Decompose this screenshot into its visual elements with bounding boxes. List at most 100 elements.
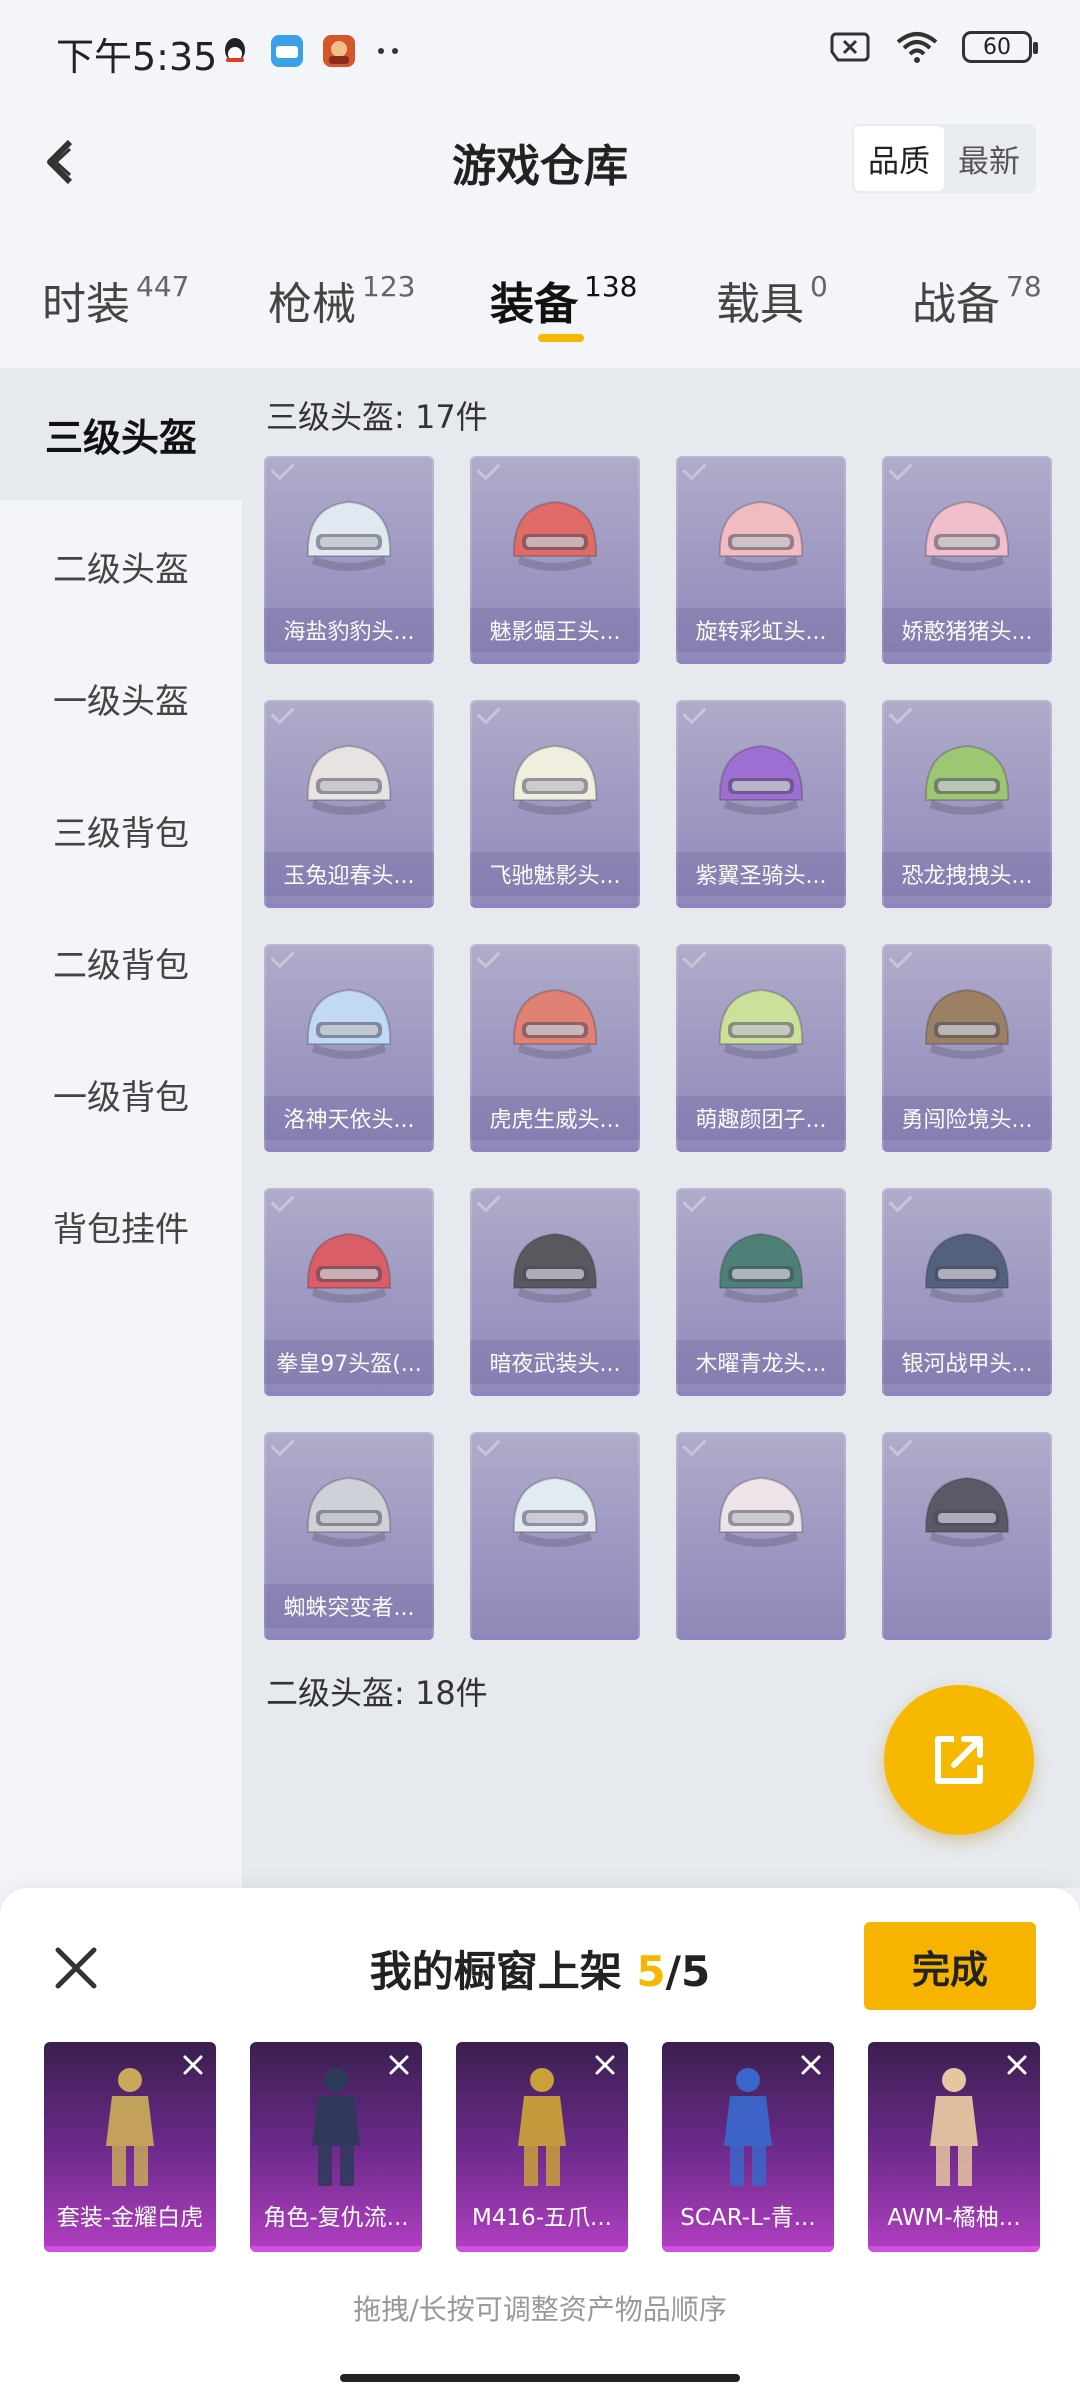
item-card[interactable]: 萌趣颜团子... <box>676 944 846 1152</box>
helmet-icon <box>306 1476 392 1547</box>
tab-label: 时装 <box>42 279 130 330</box>
item-thumbnail-icon <box>312 2068 360 2186</box>
status-time: 下午5:35 <box>56 35 218 79</box>
item-card[interactable]: 玉兔迎春头... <box>264 700 434 908</box>
active-tab-indicator <box>538 334 584 342</box>
item-label: 银河战甲头... <box>882 1340 1052 1384</box>
showcase-item[interactable]: M416-五爪... <box>456 2042 628 2252</box>
helmet-icon <box>306 744 392 815</box>
showcase-item-label: 套装-金耀白虎 <box>56 2205 204 2231</box>
tab-count: 447 <box>136 270 190 303</box>
tab-label: 载具 <box>716 279 804 330</box>
helmet-icon <box>718 988 804 1059</box>
more-dots-icon <box>378 48 398 54</box>
sidebar-item-backpack-charm[interactable]: 背包挂件 <box>0 1160 242 1292</box>
tab-fashion[interactable]: 时装 447 <box>42 268 189 332</box>
helmet-icon <box>924 988 1010 1059</box>
status-bar: 下午5:35 60 <box>0 0 1080 100</box>
item-label: 洛神天依头... <box>264 1096 434 1140</box>
check-icon <box>888 1188 913 1213</box>
tab-supplies[interactable]: 战备 78 <box>912 268 1042 332</box>
item-card[interactable]: 银河战甲头... <box>882 1188 1052 1396</box>
tab-firearms[interactable]: 枪械 123 <box>268 268 415 332</box>
sidebar-item-level3-backpack[interactable]: 三级背包 <box>0 764 242 896</box>
showcase-shelf: 套装-金耀白虎 角色-复仇流... M416-五爪... SCAR-L-青... AWM… <box>44 2042 1040 2252</box>
item-label: 萌趣颜团子... <box>676 1096 846 1140</box>
sort-toggle[interactable]: 品质 最新 <box>852 124 1036 193</box>
helmet-icon <box>512 500 598 571</box>
item-card[interactable]: 海盐豹豹头... <box>264 456 434 664</box>
helmet-icon <box>512 1232 598 1303</box>
helmet-icon <box>512 988 598 1059</box>
tab-label: 枪械 <box>268 279 356 330</box>
item-card[interactable]: 暗夜武装头... <box>470 1188 640 1396</box>
showcase-current-count: 5 <box>636 1947 666 1996</box>
helmet-icon <box>306 1232 392 1303</box>
sidebar-item-level1-helmet[interactable]: 一级头盔 <box>0 632 242 764</box>
item-card[interactable]: 虎虎生威头... <box>470 944 640 1152</box>
sort-latest-button[interactable]: 最新 <box>944 126 1034 191</box>
item-card[interactable]: 魅影蝠王头... <box>470 456 640 664</box>
item-card[interactable]: 恐龙拽拽头... <box>882 700 1052 908</box>
item-card[interactable]: 勇闯险境头... <box>882 944 1052 1152</box>
item-card[interactable]: 飞驰魅影头... <box>470 700 640 908</box>
helmet-icon <box>924 500 1010 571</box>
helmet-icon <box>718 1476 804 1547</box>
check-icon <box>682 456 707 481</box>
item-card[interactable]: 木曜青龙头... <box>676 1188 846 1396</box>
check-icon <box>888 700 913 725</box>
tab-equipment[interactable]: 装备 138 <box>490 268 637 332</box>
check-icon <box>682 1188 707 1213</box>
share-button[interactable] <box>884 1685 1034 1835</box>
item-label: 木曜青龙头... <box>676 1340 846 1384</box>
sidebar-item-level1-backpack[interactable]: 一级背包 <box>0 1028 242 1160</box>
helmet-icon <box>718 744 804 815</box>
status-right: 60 <box>828 30 1038 64</box>
check-icon <box>476 944 501 969</box>
item-card[interactable] <box>470 1432 640 1640</box>
check-icon <box>476 456 501 481</box>
check-icon <box>270 944 295 969</box>
showcase-item[interactable]: AWM-橘柚... <box>868 2042 1040 2252</box>
helmet-icon <box>924 1476 1010 1547</box>
item-label: 魅影蝠王头... <box>470 608 640 652</box>
showcase-item[interactable]: 角色-复仇流... <box>250 2042 422 2252</box>
battery-indicator: 60 <box>962 31 1038 63</box>
item-card[interactable]: 紫翼圣骑头... <box>676 700 846 908</box>
helmet-icon <box>306 500 392 571</box>
showcase-item-label: 角色-复仇流... <box>263 2205 409 2231</box>
tab-count: 78 <box>1006 270 1042 303</box>
showcase-item[interactable]: SCAR-L-青... <box>662 2042 834 2252</box>
item-label: 虎虎生威头... <box>470 1096 640 1140</box>
item-card[interactable]: 拳皇97头盔(... <box>264 1188 434 1396</box>
sidebar-item-level2-backpack[interactable]: 二级背包 <box>0 896 242 1028</box>
sidebar-item-level3-helmet[interactable]: 三级头盔 <box>0 368 242 500</box>
app-icon <box>271 35 303 67</box>
item-label: 玉兔迎春头... <box>264 852 434 896</box>
done-button[interactable]: 完成 <box>864 1922 1036 2010</box>
tab-vehicles[interactable]: 载具 0 <box>716 268 828 332</box>
item-card[interactable]: 旋转彩虹头... <box>676 456 846 664</box>
item-card[interactable]: 娇憨猪猪头... <box>882 456 1052 664</box>
helmet-icon <box>306 988 392 1059</box>
item-card[interactable] <box>882 1432 1052 1640</box>
item-label: 拳皇97头盔(... <box>264 1340 434 1384</box>
check-icon <box>476 1188 501 1213</box>
item-card[interactable]: 洛神天依头... <box>264 944 434 1152</box>
showcase-item[interactable]: 套装-金耀白虎 <box>44 2042 216 2252</box>
item-card[interactable] <box>676 1432 846 1640</box>
check-icon <box>270 700 295 725</box>
share-icon <box>935 1736 983 1784</box>
tab-count: 138 <box>584 270 638 303</box>
item-label: 恐龙拽拽头... <box>882 852 1052 896</box>
helmet-icon <box>718 500 804 571</box>
item-card[interactable]: 蜘蛛突变者... <box>264 1432 434 1640</box>
tab-label: 战备 <box>912 279 1000 330</box>
sim-off-icon <box>830 32 870 62</box>
check-icon <box>270 1188 295 1213</box>
check-icon <box>270 456 295 481</box>
sort-quality-button[interactable]: 品质 <box>854 126 944 191</box>
helmet-icon <box>924 1232 1010 1303</box>
home-indicator[interactable] <box>340 2374 740 2382</box>
sidebar-item-level2-helmet[interactable]: 二级头盔 <box>0 500 242 632</box>
